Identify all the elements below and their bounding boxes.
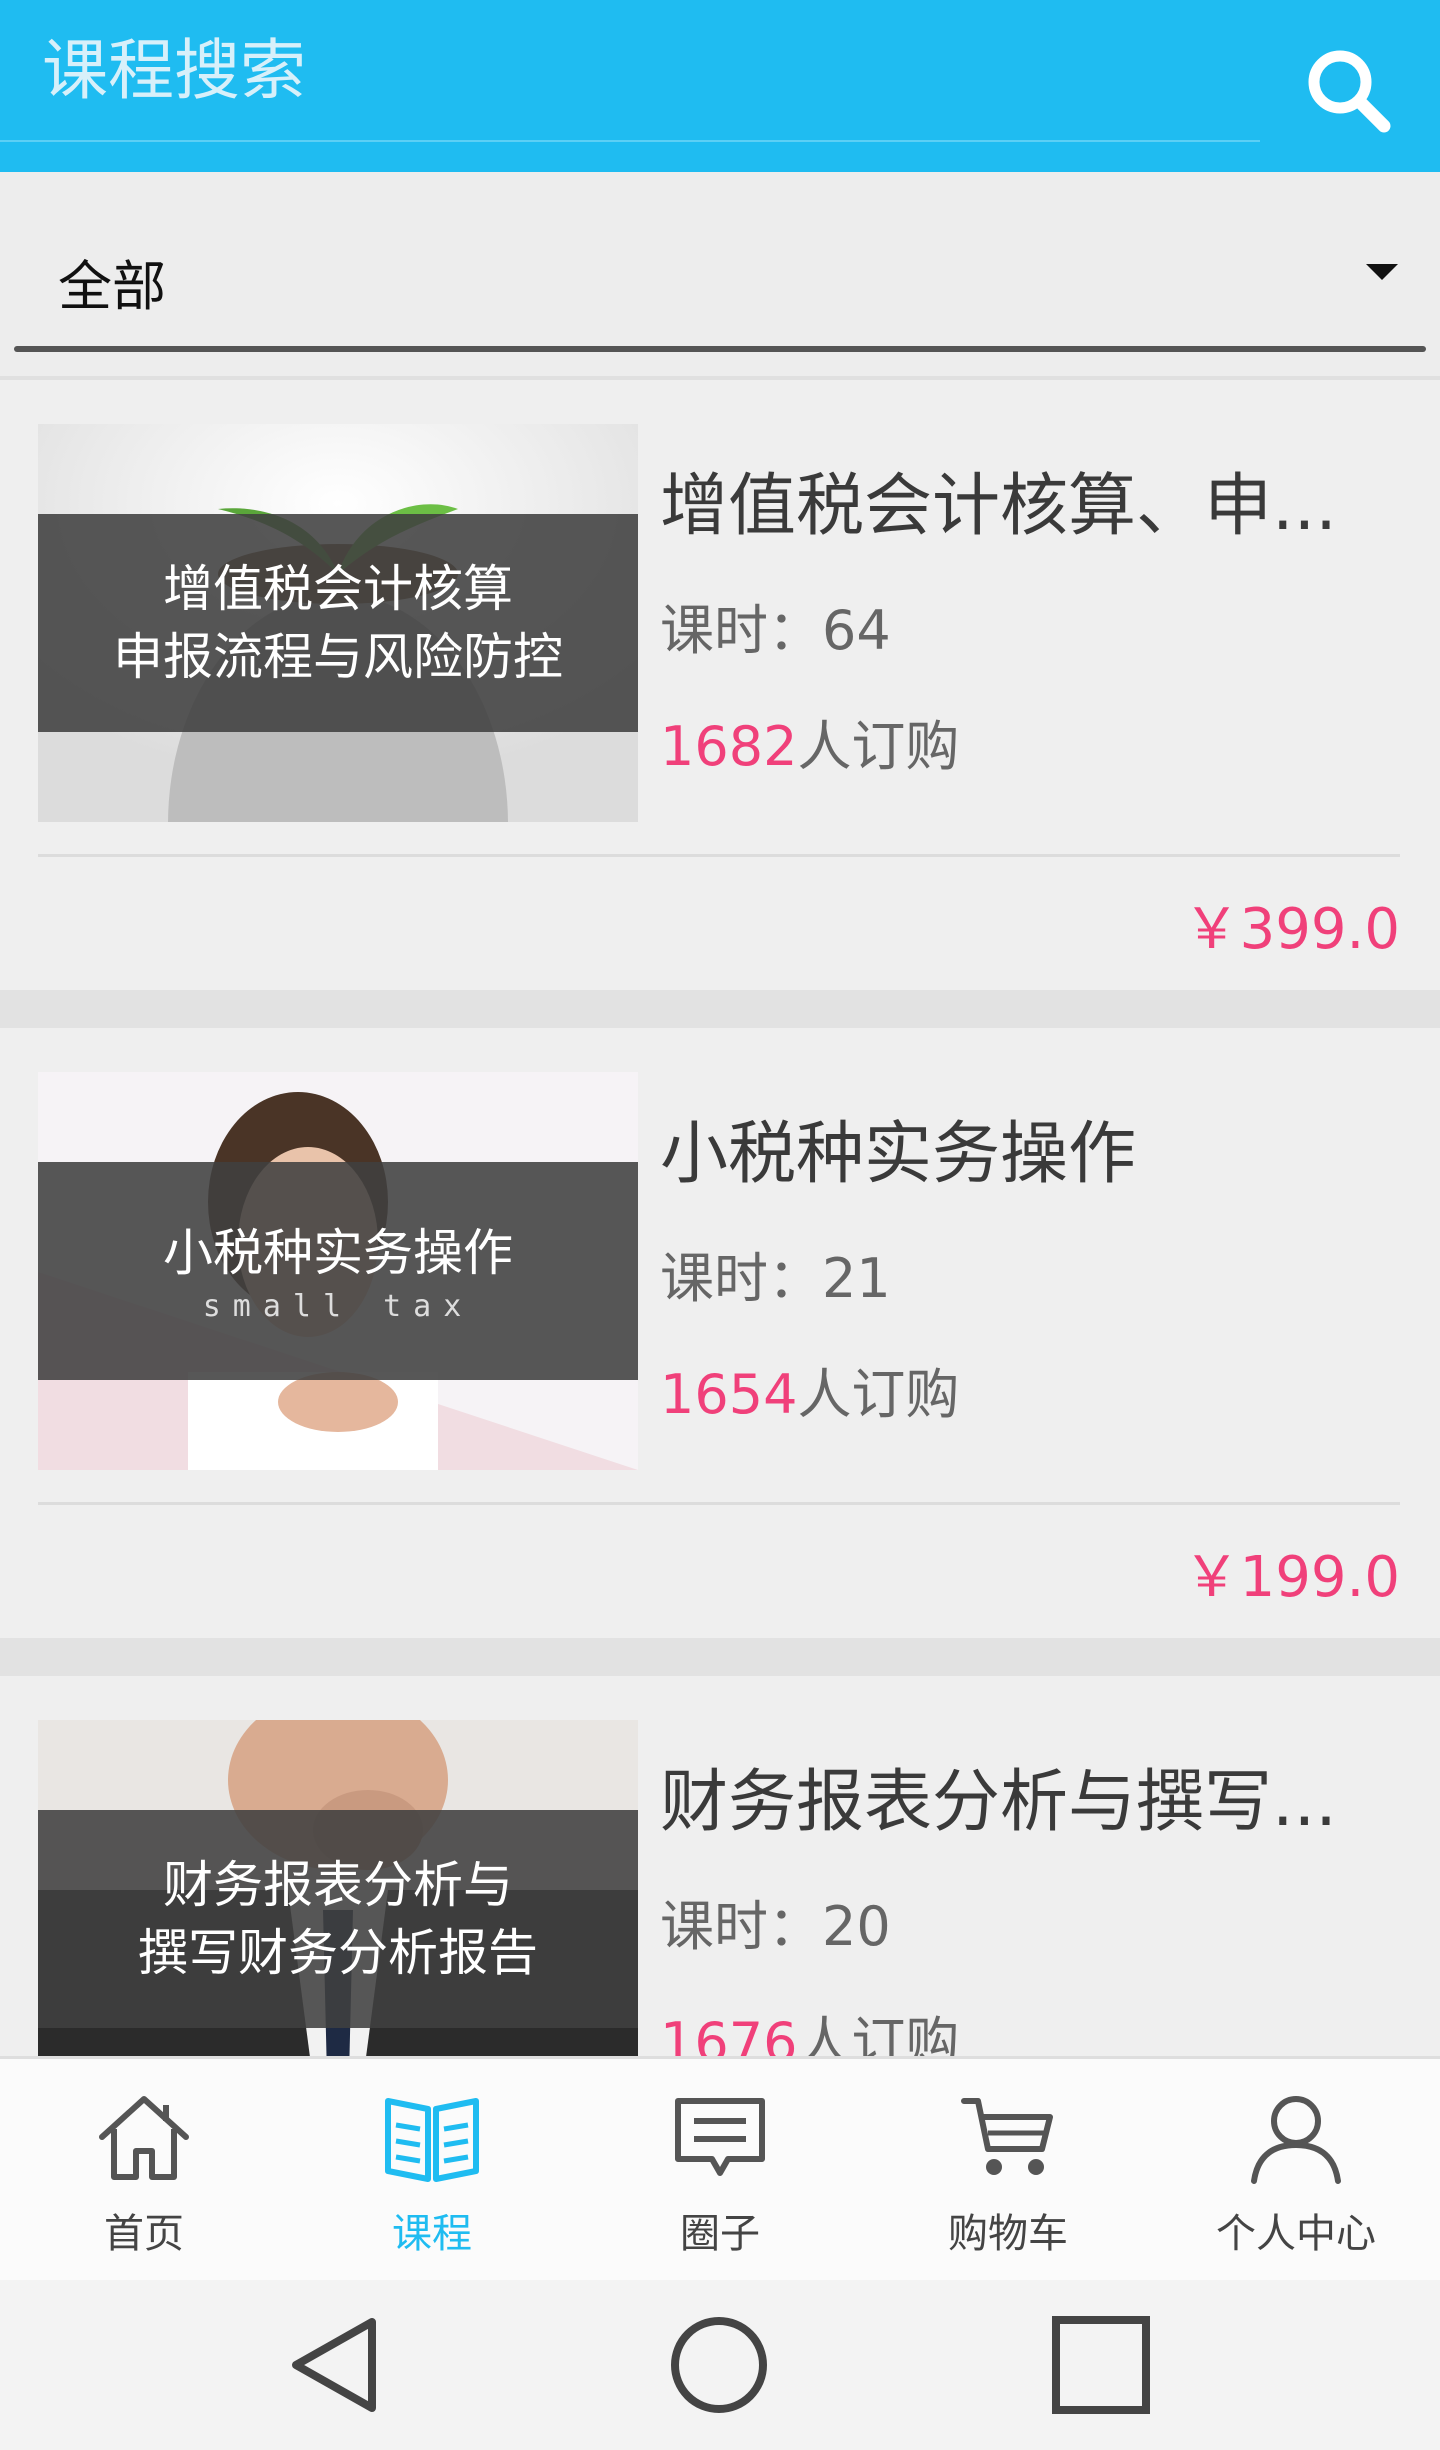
system-nav-bar	[0, 2280, 1440, 2450]
thumbnail-caption: 小税种实务操作 small tax	[38, 1162, 638, 1380]
course-card[interactable]: 增值税会计核算 申报流程与风险防控 增值税会计核算、申... 课时：64 168…	[0, 380, 1440, 990]
orders-count: 1676	[660, 2011, 798, 2056]
category-dropdown[interactable]: 全部	[14, 214, 1426, 354]
course-title: 增值税会计核算、申...	[660, 467, 1337, 546]
home-circle-icon	[671, 2317, 767, 2413]
tab-home[interactable]: 首页	[0, 2059, 288, 2283]
tab-label: 课程	[392, 2211, 472, 2257]
course-thumbnail: 小税种实务操作 small tax	[38, 1072, 638, 1470]
thumbnail-text: 增值税会计核算	[163, 560, 513, 618]
category-selected: 全部	[58, 255, 166, 318]
thumbnail-text: 财务报表分析与	[163, 1856, 513, 1914]
course-thumbnail: 财务报表分析与 撰写财务分析报告	[38, 1720, 638, 2056]
cart-icon	[961, 2098, 1053, 2175]
course-list[interactable]: 增值税会计核算 申报流程与风险防控 增值税会计核算、申... 课时：64 168…	[0, 376, 1440, 2056]
tab-profile[interactable]: 个人中心	[1152, 2059, 1440, 2283]
back-button[interactable]	[282, 2310, 392, 2420]
course-orders: 1682人订购	[660, 702, 959, 781]
course-hours: 课时：20	[660, 1895, 891, 1958]
orders-suffix: 人订购	[797, 2011, 960, 2056]
tab-label: 个人中心	[1216, 2211, 1376, 2257]
course-hours: 课时：21	[660, 1247, 891, 1310]
search-underline	[0, 140, 1260, 142]
bottom-tab-bar: 首页 课程 圈子 购物车 个人中心	[0, 2056, 1440, 2280]
card-gap	[0, 1638, 1440, 1676]
course-title: 财务报表分析与撰写...	[660, 1763, 1337, 1842]
chat-icon	[675, 2098, 765, 2176]
thumbnail-text: 小税种实务操作	[163, 1223, 513, 1282]
orders-count: 1682	[660, 715, 798, 778]
card-gap	[0, 990, 1440, 1028]
course-card[interactable]: 财务报表分析与 撰写财务分析报告 财务报表分析与撰写... 课时：20 1676…	[0, 1676, 1440, 2056]
tab-label: 首页	[104, 2211, 184, 2257]
tab-cart[interactable]: 购物车	[864, 2059, 1152, 2283]
course-orders: 1676人订购	[660, 1998, 959, 2056]
person-icon	[1251, 2096, 1341, 2184]
thumbnail-subtext: small tax	[202, 1288, 474, 1324]
divider	[38, 854, 1400, 857]
book-icon	[385, 2098, 479, 2182]
course-price: ￥199.0	[1183, 1545, 1400, 1610]
course-price: ￥399.0	[1183, 897, 1400, 962]
search-input[interactable]	[40, 20, 1260, 120]
course-thumbnail: 增值税会计核算 申报流程与风险防控	[38, 424, 638, 822]
home-button[interactable]	[664, 2310, 774, 2420]
course-hours: 课时：64	[660, 599, 891, 662]
thumbnail-text: 撰写财务分析报告	[138, 1924, 538, 1982]
search-button[interactable]	[1298, 40, 1398, 140]
recents-button[interactable]	[1046, 2310, 1156, 2420]
tab-label: 购物车	[948, 2211, 1068, 2257]
course-title: 小税种实务操作	[660, 1115, 1137, 1194]
orders-suffix: 人订购	[797, 1363, 960, 1426]
dropdown-underline	[14, 346, 1426, 352]
thumbnail-caption: 财务报表分析与 撰写财务分析报告	[38, 1810, 638, 2028]
tab-courses[interactable]: 课程	[288, 2059, 576, 2283]
orders-suffix: 人订购	[797, 715, 960, 778]
search-header	[0, 0, 1440, 172]
chevron-down-icon	[1366, 264, 1398, 280]
thumbnail-text: 申报流程与风险防控	[113, 628, 563, 686]
orders-count: 1654	[660, 1363, 798, 1426]
back-triangle-icon	[292, 2318, 376, 2412]
recents-square-icon	[1052, 2316, 1150, 2414]
course-orders: 1654人订购	[660, 1350, 959, 1429]
divider	[38, 1502, 1400, 1505]
tab-label: 圈子	[680, 2211, 760, 2257]
home-icon	[99, 2096, 189, 2180]
tab-circle[interactable]: 圈子	[576, 2059, 864, 2283]
thumbnail-caption: 增值税会计核算 申报流程与风险防控	[38, 514, 638, 732]
search-icon	[1308, 50, 1391, 133]
course-card[interactable]: 小税种实务操作 small tax 小税种实务操作 课时：21 1654人订购 …	[0, 1028, 1440, 1638]
